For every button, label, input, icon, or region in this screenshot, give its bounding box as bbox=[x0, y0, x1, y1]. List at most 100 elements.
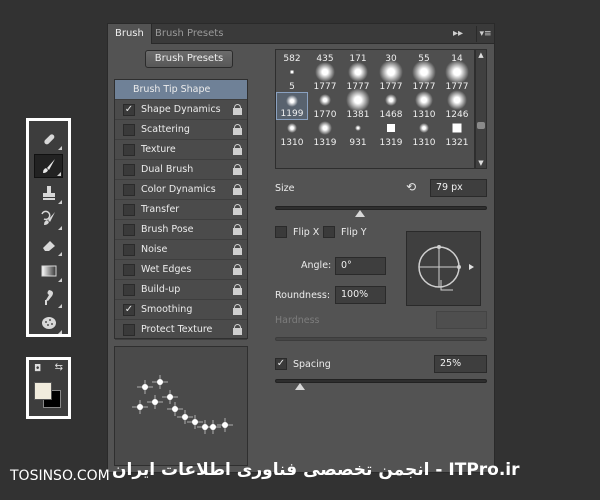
healing-brush-icon[interactable] bbox=[34, 127, 63, 151]
option-label: Transfer bbox=[141, 204, 180, 215]
brush-icon[interactable] bbox=[34, 154, 63, 178]
brush-tip-cell[interactable]: 931 bbox=[342, 120, 374, 148]
lock-icon[interactable] bbox=[233, 244, 242, 255]
panel-menu-icon[interactable]: ▾≡ bbox=[476, 26, 494, 42]
option-checkbox[interactable] bbox=[123, 284, 135, 296]
flip-y-checkbox[interactable] bbox=[323, 226, 335, 238]
brush-tip-cell[interactable]: 1321 bbox=[441, 120, 473, 148]
brush-tip-size: 1321 bbox=[445, 138, 469, 148]
spacing-slider[interactable] bbox=[275, 379, 487, 383]
lock-icon[interactable] bbox=[233, 204, 242, 215]
clone-stamp-icon[interactable] bbox=[34, 181, 63, 205]
spacing-slider-knob[interactable] bbox=[295, 383, 306, 390]
angle-roundness-widget[interactable] bbox=[406, 231, 481, 306]
brush-option-color-dynamics[interactable]: Color Dynamics bbox=[115, 180, 247, 200]
brush-option-noise[interactable]: Noise bbox=[115, 240, 247, 260]
brush-option-brush-tip-shape[interactable]: Brush Tip Shape bbox=[115, 80, 247, 100]
brush-tip-cell[interactable]: 1777 bbox=[309, 62, 341, 92]
hardness-slider bbox=[275, 337, 487, 341]
brush-tip-cell[interactable]: 1381 bbox=[342, 88, 374, 120]
brush-option-texture[interactable]: Texture bbox=[115, 140, 247, 160]
lock-icon[interactable] bbox=[233, 304, 242, 315]
swap-colors-icon[interactable]: ⇆ bbox=[55, 362, 63, 373]
brush-tip-cell[interactable]: 1777 bbox=[408, 60, 440, 92]
option-checkbox[interactable] bbox=[123, 244, 135, 256]
brush-option-scattering[interactable]: Scattering bbox=[115, 120, 247, 140]
lock-icon[interactable] bbox=[233, 164, 242, 175]
gradient-icon[interactable] bbox=[34, 259, 63, 283]
brush-option-smoothing[interactable]: ✓ Smoothing bbox=[115, 300, 247, 320]
option-checkbox[interactable]: ✓ bbox=[123, 304, 135, 316]
brush-option-protect-texture[interactable]: Protect Texture bbox=[115, 320, 247, 340]
brush-tip-cell[interactable]: 1777 bbox=[441, 60, 473, 92]
sponge-icon[interactable] bbox=[34, 311, 63, 335]
sparkle-mark bbox=[147, 395, 163, 409]
lock-icon[interactable] bbox=[233, 144, 242, 155]
spacing-field[interactable]: 25% bbox=[434, 355, 487, 373]
lock-icon[interactable] bbox=[233, 184, 242, 195]
brush-option-build-up[interactable]: Build-up bbox=[115, 280, 247, 300]
option-checkbox[interactable] bbox=[123, 184, 135, 196]
lock-icon[interactable] bbox=[233, 224, 242, 235]
lock-icon[interactable] bbox=[233, 324, 242, 335]
scroll-up-icon[interactable]: ▲ bbox=[476, 51, 486, 59]
brush-option-transfer[interactable]: Transfer bbox=[115, 200, 247, 220]
option-label: Brush Tip Shape bbox=[133, 84, 211, 95]
option-checkbox[interactable] bbox=[123, 224, 135, 236]
size-slider[interactable] bbox=[275, 206, 487, 210]
sparkle-mark bbox=[152, 375, 168, 389]
brush-star-icon bbox=[319, 49, 331, 50]
lock-icon[interactable] bbox=[233, 124, 242, 135]
history-brush-icon[interactable] bbox=[34, 207, 63, 231]
brush-tip-cell[interactable]: 1310 bbox=[408, 120, 440, 148]
option-checkbox[interactable] bbox=[123, 264, 135, 276]
option-label: Color Dynamics bbox=[141, 184, 216, 195]
angle-field[interactable]: 0° bbox=[335, 257, 386, 275]
tab-brush[interactable]: Brush bbox=[108, 24, 152, 44]
brush-tip-cell[interactable]: 1770 bbox=[309, 92, 341, 120]
brush-tip-grid: 582 435 171 30 55 14 5 1777 1777 1777 1777 1777 1199… bbox=[275, 49, 475, 169]
size-field[interactable]: 79 px bbox=[430, 179, 487, 197]
tab-brush-presets[interactable]: Brush Presets bbox=[148, 24, 230, 44]
brush-tip-cell[interactable]: 1310 bbox=[276, 120, 308, 148]
brush-tip-cell[interactable]: 582 bbox=[276, 50, 308, 64]
default-colors-icon[interactable]: ◘ bbox=[34, 364, 41, 374]
option-label: Brush Pose bbox=[141, 224, 194, 235]
scroll-thumb[interactable] bbox=[477, 122, 485, 129]
brush-tip-cell[interactable]: 1468 bbox=[375, 92, 407, 120]
option-checkbox[interactable] bbox=[123, 164, 135, 176]
smudge-icon[interactable] bbox=[34, 285, 63, 309]
brush-option-shape-dynamics[interactable]: ✓ Shape Dynamics bbox=[115, 100, 247, 120]
lock-icon[interactable] bbox=[233, 104, 242, 115]
brush-grid-scrollbar[interactable]: ▲ ▼ bbox=[475, 49, 487, 169]
brush-tip-cell[interactable]: 1777 bbox=[375, 60, 407, 92]
lock-icon[interactable] bbox=[233, 264, 242, 275]
size-label: Size bbox=[275, 183, 295, 194]
collapse-icon[interactable]: ▸▸ bbox=[453, 28, 463, 39]
scroll-down-icon[interactable]: ▼ bbox=[476, 159, 486, 167]
brush-presets-button[interactable]: Brush Presets bbox=[145, 50, 233, 68]
brush-option-wet-edges[interactable]: Wet Edges bbox=[115, 260, 247, 280]
foreground-color-swatch[interactable] bbox=[34, 382, 52, 400]
brush-option-dual-brush[interactable]: Dual Brush bbox=[115, 160, 247, 180]
brush-tip-cell[interactable]: 1246 bbox=[441, 90, 473, 120]
brush-tip-cell[interactable]: 1319 bbox=[309, 120, 341, 148]
eraser-icon[interactable] bbox=[34, 233, 63, 257]
option-checkbox[interactable] bbox=[123, 324, 135, 336]
option-checkbox[interactable]: ✓ bbox=[123, 104, 135, 116]
reset-size-icon[interactable]: ⟲ bbox=[406, 180, 416, 194]
option-checkbox[interactable] bbox=[123, 124, 135, 136]
brush-tip-cell[interactable]: 5 bbox=[276, 64, 308, 92]
spacing-checkbox[interactable]: ✓ bbox=[275, 358, 287, 370]
lock-icon[interactable] bbox=[233, 284, 242, 295]
brush-tip-cell[interactable]: 1319 bbox=[375, 120, 407, 148]
roundness-field[interactable]: 100% bbox=[335, 286, 386, 304]
option-checkbox[interactable] bbox=[123, 204, 135, 216]
option-label: Texture bbox=[141, 144, 176, 155]
brush-tip-cell[interactable]: 1199 bbox=[276, 92, 308, 120]
brush-option-brush-pose[interactable]: Brush Pose bbox=[115, 220, 247, 240]
flip-x-checkbox[interactable] bbox=[275, 226, 287, 238]
brush-tip-cell[interactable]: 1310 bbox=[408, 91, 440, 120]
size-slider-knob[interactable] bbox=[354, 210, 365, 217]
option-checkbox[interactable] bbox=[123, 144, 135, 156]
